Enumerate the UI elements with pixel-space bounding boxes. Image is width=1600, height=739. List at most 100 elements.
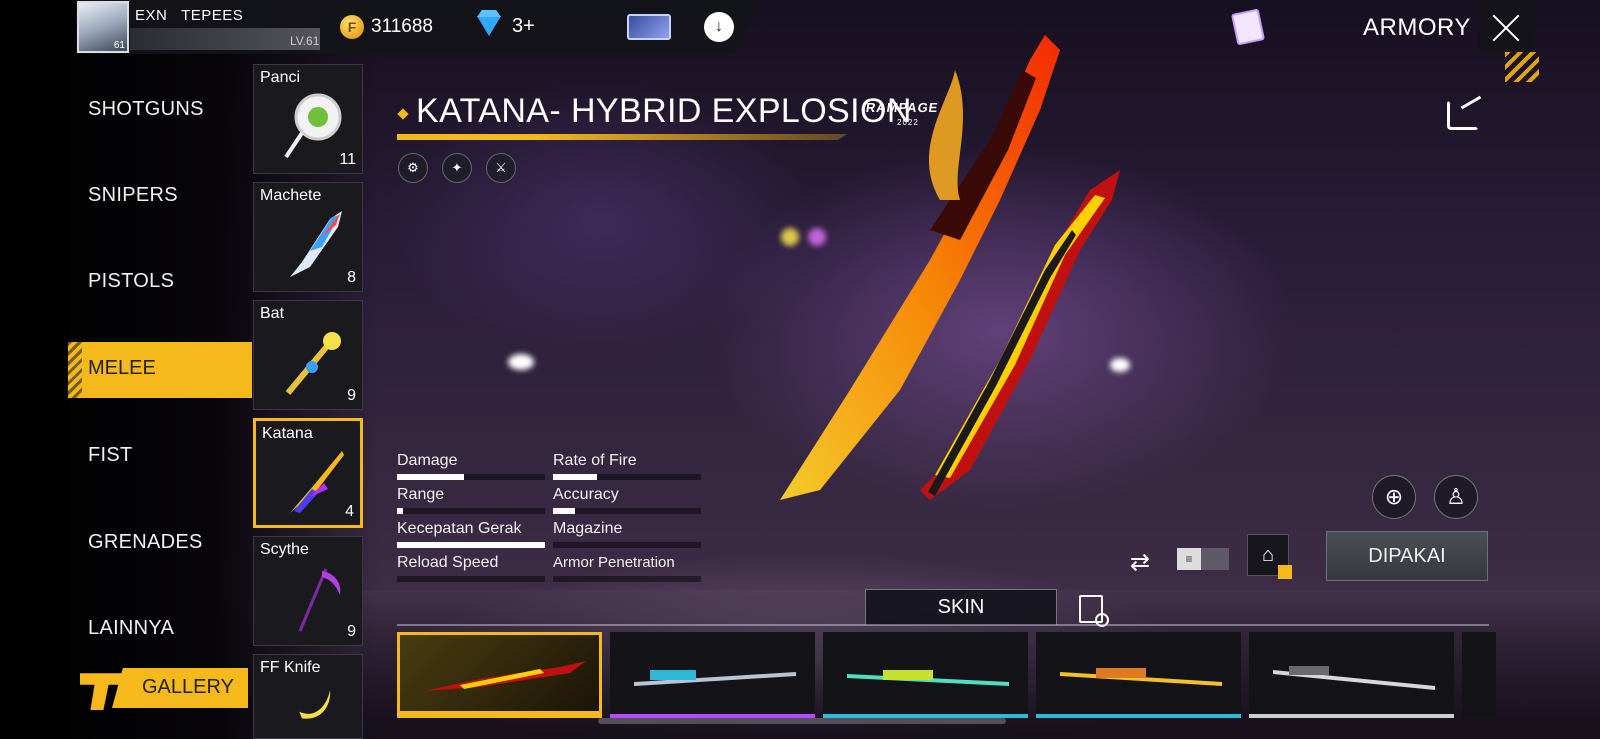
gallery-button[interactable]: GALLERY [72,660,248,714]
katana-skin-art [1273,666,1435,690]
category-fist[interactable]: FIST [88,444,133,467]
skin-search-icon[interactable] [1079,595,1109,627]
shuffle-icon[interactable]: ⇄ [1130,548,1150,577]
stat-accuracy: Accuracy [553,486,701,514]
checkmark-icon [1278,565,1292,579]
katana-skin-art [1060,668,1222,686]
skin-rarity-bar [1036,714,1241,718]
stat-fill [397,508,403,514]
weapon-card-bat[interactable]: Bat 9 [253,300,363,410]
weapon-count: 8 [347,269,356,286]
category-pistols[interactable]: PISTOLS [88,270,174,293]
stat-bar [397,474,545,480]
player-avatar[interactable]: 61 [77,1,129,53]
category-melee[interactable]: MELEE [68,342,252,398]
close-button[interactable] [1479,0,1535,52]
equip-button[interactable]: DIPAKAI [1326,531,1488,581]
gallery-label: GALLERY [142,676,234,698]
diamond-amount[interactable]: 3+ [512,15,535,38]
skin-item[interactable] [1036,632,1241,718]
weapon-card-katana[interactable]: Katana 4 [253,418,363,528]
skin-rarity-bar [1249,714,1454,718]
weapon-name: Bat [260,305,285,322]
stat-fill [397,542,545,548]
weapon-count: 9 [347,623,356,640]
stat-label: Reload Speed [397,554,499,571]
stat-bar [397,542,545,548]
katana-skin-art [847,670,1009,686]
effect-tag-icon: ✦ [442,153,472,183]
weapon-name: Machete [260,187,322,204]
stat-damage: Damage [397,452,545,480]
skin-item[interactable] [1249,632,1454,718]
tab-skin[interactable]: SKIN [865,589,1057,625]
category-grenades[interactable]: GRENADES [88,531,203,554]
stat-label: Rate of Fire [553,452,637,469]
share-icon[interactable] [1447,100,1479,130]
weapon-card-machete[interactable]: Machete 8 [253,182,363,292]
skin-scrollbar[interactable] [598,718,1006,724]
rampage-logo: RAMPAGE [864,100,940,115]
stat-fill [553,508,576,514]
weapon-card-panci[interactable]: Panci 11 [253,64,363,174]
weapon-count: 9 [347,387,356,404]
skin-item-partial[interactable] [1462,632,1496,718]
light-glow-left [508,354,534,370]
stat-label: Accuracy [553,486,619,503]
diamond-icon [477,16,501,36]
category-shotguns[interactable]: SHOTGUNS [88,98,204,121]
skill-tag-icon: ⚔ [486,153,516,183]
character-pose-icon[interactable]: ♙ [1434,475,1478,519]
machete-icon [290,211,342,277]
corner-stripe-decoration [1505,52,1539,82]
player-name: EXN TEPEES [135,7,244,24]
gold-coin-amount: 311688 [371,16,433,37]
rampage-year: 2022 [897,118,919,127]
weapon-card-scythe[interactable]: Scythe 9 [253,536,363,646]
weapon-count: 11 [339,151,356,168]
stat-rate-of-fire: Rate of Fire [553,452,701,480]
weapon-name: Scythe [260,541,309,558]
stat-fill [397,474,464,480]
scythe-icon [298,568,341,632]
stat-range: Range [397,486,545,514]
pan-icon [284,93,342,159]
display-toggle[interactable]: ≡ [1177,548,1229,570]
stat-label: Kecepatan Gerak [397,520,522,537]
tab-divider [397,624,1489,626]
evo-tag-icon: ⚙ [398,153,428,183]
title-underline [397,134,847,140]
banana-icon [299,690,331,719]
weapon-count: 4 [345,503,354,520]
category-snipers[interactable]: SNIPERS [88,184,178,207]
bat-icon [285,332,341,395]
skin-rarity-bar [400,711,599,715]
stat-fill [553,474,598,480]
skin-item[interactable] [397,632,602,718]
category-lainnya[interactable]: LAINNYA [88,617,174,640]
zoom-icon[interactable]: ⊕ [1372,475,1416,519]
stat-label: Damage [397,452,458,469]
category-melee-label: MELEE [88,357,156,379]
weapon-name: Katana [262,425,313,442]
weapon-card-ff-knife[interactable]: FF Knife [253,654,363,739]
skin-item[interactable] [823,632,1028,718]
stat-bar [397,576,545,582]
stat-label: Range [397,486,445,503]
stat-bar [553,508,701,514]
stat-magazine: Magazine [553,520,701,548]
page-title: ARMORY [1363,14,1471,41]
stat-armor-penetration: Armor Penetration [553,554,701,582]
stat-label: Magazine [553,520,623,537]
katana-skin-art [424,661,586,691]
weapon-title: KATANA- HYBRID EXPLOSION [416,92,912,130]
membership-card-icon[interactable] [627,14,671,40]
stat-bar [553,542,701,548]
skin-item[interactable] [610,632,815,718]
weapon-name: FF Knife [260,659,321,676]
weapon-name: Panci [260,69,301,86]
cloud-download-icon[interactable]: ↓ [704,12,734,42]
katana-skin-art [634,670,796,686]
close-icon [1491,12,1521,42]
stat-bar [397,508,545,514]
